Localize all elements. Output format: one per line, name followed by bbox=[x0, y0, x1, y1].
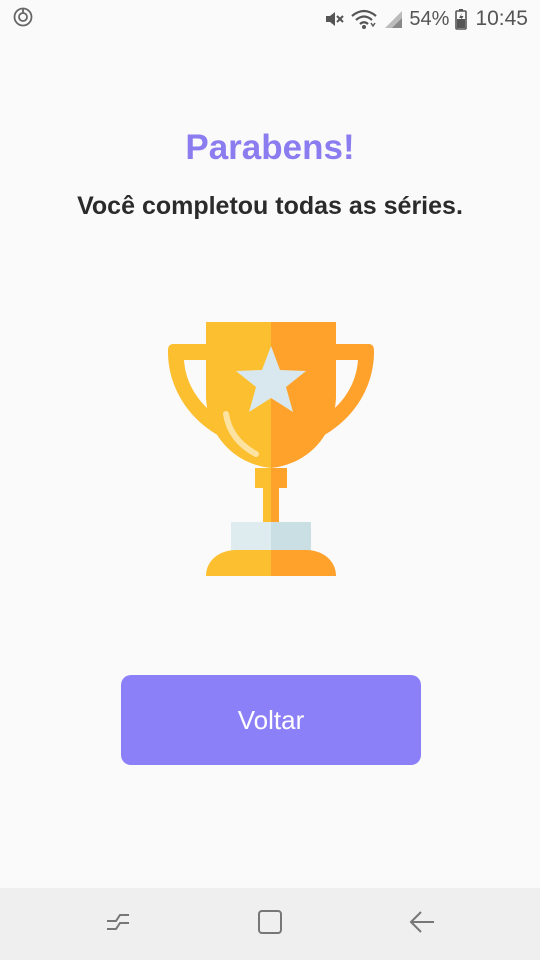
wifi-icon bbox=[351, 8, 378, 30]
trophy-icon bbox=[166, 318, 376, 580]
congrats-title: Parabens! bbox=[185, 128, 355, 167]
home-button[interactable] bbox=[230, 888, 310, 960]
back-button[interactable] bbox=[382, 888, 462, 960]
mute-icon bbox=[323, 8, 345, 30]
completion-message: Você completou todas as séries. bbox=[77, 192, 463, 220]
battery-icon bbox=[455, 8, 468, 30]
back-icon bbox=[408, 909, 436, 940]
recent-apps-button[interactable] bbox=[78, 888, 158, 960]
navigation-bar bbox=[0, 888, 540, 960]
voltar-button[interactable]: Voltar bbox=[121, 675, 421, 765]
sync-icon bbox=[12, 6, 34, 33]
recent-apps-icon bbox=[104, 909, 132, 940]
clock: 10:45 bbox=[475, 7, 528, 30]
signal-icon bbox=[383, 9, 403, 29]
status-bar: 54% 10:45 bbox=[0, 0, 540, 38]
battery-percent: 54% bbox=[409, 7, 450, 30]
home-icon bbox=[257, 909, 283, 940]
